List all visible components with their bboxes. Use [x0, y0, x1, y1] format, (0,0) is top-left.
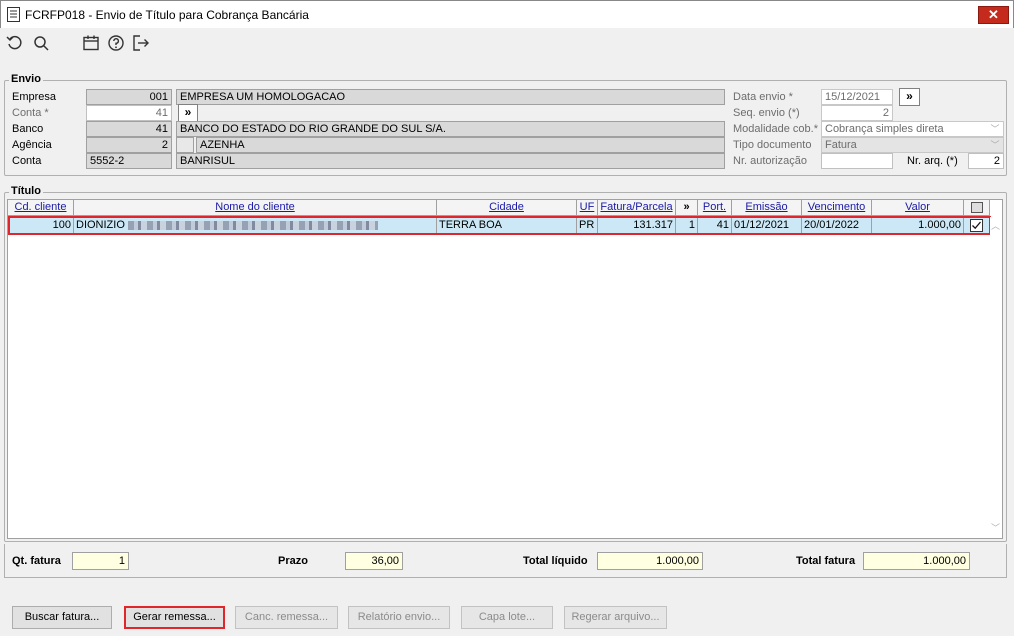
col-valor[interactable]: Valor [872, 200, 964, 216]
total-liquido-field: 1.000,00 [597, 552, 703, 570]
nr-autorizacao-label: Nr. autorização [733, 155, 807, 167]
agencia-label: Agência [12, 139, 52, 151]
conta-label: Conta [12, 155, 42, 167]
search-icon[interactable] [32, 34, 50, 52]
empresa-name-field: EMPRESA UM HOMOLOGACAO [176, 89, 725, 105]
nr-arq-input[interactable]: 2 [968, 153, 1004, 169]
regerar-arquivo-button[interactable]: Regerar arquivo... [564, 606, 667, 629]
col-emissao[interactable]: Emissão [732, 200, 802, 216]
conta-name-field: BANRISUL [176, 153, 725, 169]
seq-envio-field: 2 [821, 105, 893, 121]
canc-remessa-button[interactable]: Canc. remessa... [235, 606, 338, 629]
help-icon[interactable] [107, 34, 125, 52]
nr-arq-label: Nr. arq. (*) [907, 155, 958, 167]
data-envio-button[interactable]: » [899, 88, 920, 106]
col-uf[interactable]: UF [577, 200, 598, 216]
qt-fatura-label: Qt. fatura [12, 555, 61, 567]
buscar-fatura-button[interactable]: Buscar fatura... [12, 606, 112, 629]
row-highlight [8, 216, 991, 235]
undo-icon[interactable] [6, 34, 24, 52]
modalidade-select[interactable]: Cobrança simples direta [821, 121, 1004, 137]
titulo-legend: Título [9, 185, 43, 197]
col-port[interactable]: Port. [698, 200, 732, 216]
totals-panel [4, 544, 1007, 578]
gerar-remessa-button[interactable]: Gerar remessa... [124, 606, 225, 629]
titles-grid[interactable]: Cd. cliente Nome do cliente Cidade UF Fa… [7, 199, 1003, 539]
seq-envio-label: Seq. envio (*) [733, 107, 800, 119]
window-document-icon [7, 7, 20, 22]
total-fatura-field: 1.000,00 [863, 552, 970, 570]
qt-fatura-field: 1 [72, 552, 129, 570]
prazo-field: 36,00 [345, 552, 403, 570]
total-liquido-label: Total líquido [523, 555, 588, 567]
chevron-down-icon[interactable]: ﹀ [989, 122, 1001, 136]
agencia-code-field: 2 [86, 137, 172, 153]
col-select-all[interactable] [964, 200, 990, 216]
scroll-up-icon[interactable]: ︿ [991, 219, 1000, 232]
scroll-down-icon[interactable]: ﹀ [991, 521, 1000, 534]
select-all-checkbox[interactable] [971, 202, 983, 213]
empresa-label: Empresa [12, 91, 57, 103]
data-envio-field[interactable]: 15/12/2021 [821, 89, 893, 105]
conta-input[interactable]: 41 [86, 105, 172, 121]
col-cd-cliente[interactable]: Cd. cliente [8, 200, 74, 216]
col-expand[interactable]: » [676, 200, 698, 216]
envio-legend: Envio [9, 73, 43, 85]
conta-lookup-button[interactable]: » [178, 104, 198, 122]
col-fatura-parcela[interactable]: Fatura/Parcela [598, 200, 676, 216]
title-bar: FCRFP018 - Envio de Título para Cobrança… [0, 0, 1014, 28]
col-cidade[interactable]: Cidade [437, 200, 577, 216]
calendar-icon[interactable] [82, 34, 100, 52]
agencia-name-field: AZENHA [196, 137, 725, 153]
nr-autorizacao-input[interactable] [821, 153, 893, 169]
tipo-documento-select[interactable]: Fatura [821, 137, 1004, 153]
empresa-code-field: 001 [86, 89, 172, 105]
exit-icon[interactable] [132, 34, 150, 52]
vertical-scrollbar[interactable]: ︿ ﹀ [990, 217, 1002, 538]
relatorio-envio-button[interactable]: Relatório envio... [348, 606, 450, 629]
col-nome-cliente[interactable]: Nome do cliente [74, 200, 437, 216]
close-button[interactable]: ✕ [978, 6, 1009, 24]
prazo-label: Prazo [278, 555, 308, 567]
conta-code-field: 5552-2 [86, 153, 172, 169]
data-envio-label: Data envio * [733, 91, 793, 103]
agencia-digit-field [176, 137, 194, 153]
modalidade-label: Modalidade cob.* [733, 123, 819, 135]
total-fatura-label: Total fatura [796, 555, 856, 567]
tipo-documento-label: Tipo documento [733, 139, 812, 151]
window-title: FCRFP018 - Envio de Título para Cobrança… [25, 8, 309, 22]
banco-label: Banco [12, 123, 44, 135]
capa-lote-button[interactable]: Capa lote... [461, 606, 553, 629]
conta-required-label: Conta * [12, 107, 49, 119]
banco-code-field: 41 [86, 121, 172, 137]
banco-name-field: BANCO DO ESTADO DO RIO GRANDE DO SUL S/A… [176, 121, 725, 137]
chevron-down-icon[interactable]: ﹀ [989, 138, 1001, 152]
col-vencimento[interactable]: Vencimento [802, 200, 872, 216]
